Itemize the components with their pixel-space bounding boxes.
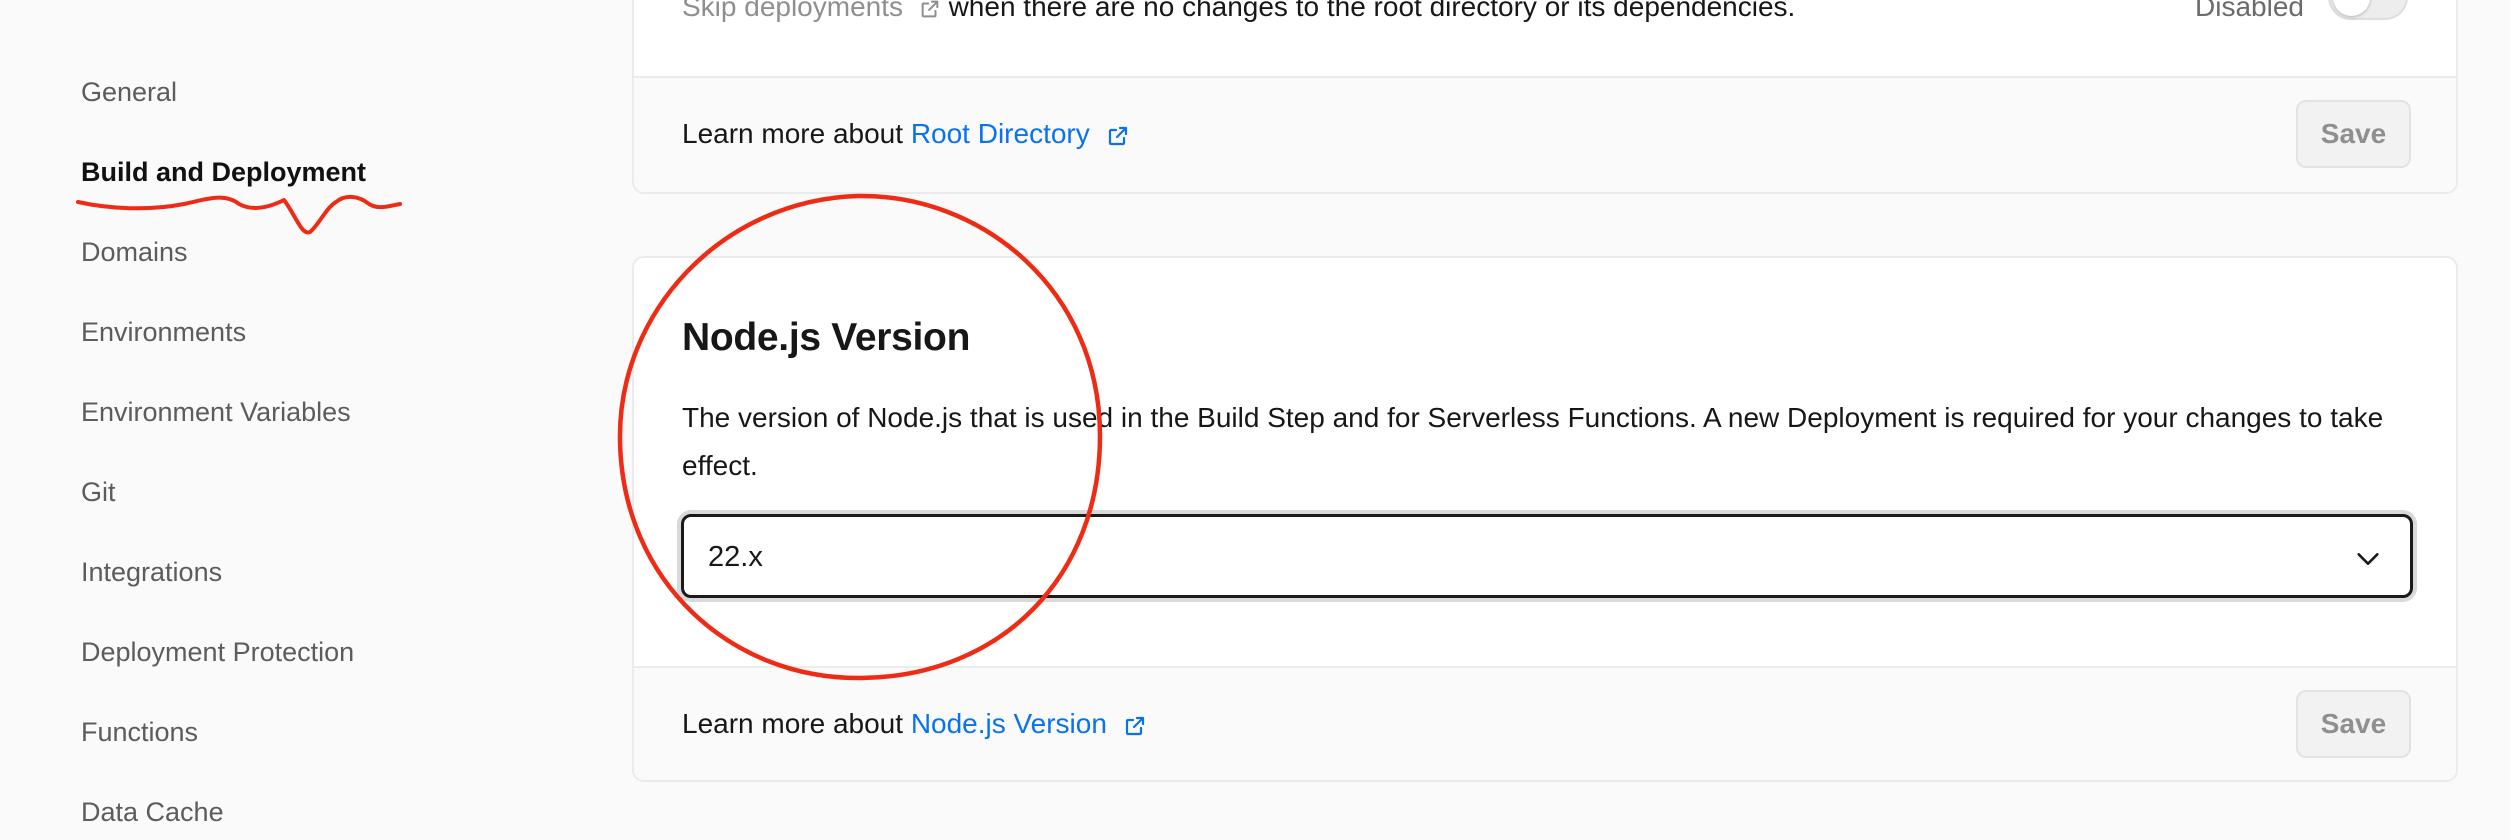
- external-link-icon[interactable]: [1106, 124, 1130, 148]
- nodejs-version-link[interactable]: Node.js Version: [911, 708, 1107, 739]
- sidebar-item-domains[interactable]: Domains: [81, 234, 188, 270]
- nodejs-version-footer: Learn more about Node.js Version Save: [634, 666, 2456, 780]
- nodejs-version-save-button[interactable]: Save: [2296, 690, 2411, 758]
- chevron-down-icon: [2357, 553, 2379, 565]
- skip-deployments-toggle[interactable]: [2328, 0, 2408, 20]
- sidebar-item-functions[interactable]: Functions: [81, 714, 198, 750]
- root-directory-link[interactable]: Root Directory: [911, 118, 1090, 149]
- root-directory-footer-text: Learn more about Root Directory: [682, 116, 1130, 152]
- sidebar-item-integrations[interactable]: Integrations: [81, 554, 222, 590]
- footer-prefix: Learn more about: [682, 118, 911, 149]
- root-directory-footer: Learn more about Root Directory Save: [634, 76, 2456, 192]
- toggle-knob: [2333, 0, 2370, 16]
- skip-deployments-text: Skip deployments when there are no chang…: [682, 0, 1796, 22]
- nodejs-version-select[interactable]: 22.x: [681, 514, 2413, 598]
- nodejs-version-title: Node.js Version: [682, 316, 971, 359]
- footer-prefix: Learn more about: [682, 708, 911, 739]
- skip-deployments-label: Skip deployments: [682, 0, 904, 22]
- nodejs-version-card: Node.js Version The version of Node.js t…: [632, 256, 2458, 782]
- sidebar-item-data-cache[interactable]: Data Cache: [81, 794, 224, 830]
- external-link-icon[interactable]: [1123, 714, 1147, 738]
- root-directory-card: Skip deployments when there are no chang…: [632, 0, 2458, 194]
- toggle-state-label: Disabled: [2195, 0, 2304, 22]
- sidebar-item-build-and-deployment[interactable]: Build and Deployment: [81, 154, 366, 190]
- settings-sidebar: General Build and Deployment Domains Env…: [0, 0, 600, 840]
- nodejs-version-description: The version of Node.js that is used in t…: [682, 402, 2384, 481]
- sidebar-item-general[interactable]: General: [81, 74, 177, 110]
- sidebar-item-git[interactable]: Git: [81, 474, 116, 510]
- selected-version: 22.x: [708, 541, 763, 573]
- sidebar-item-deployment-protection[interactable]: Deployment Protection: [81, 634, 354, 670]
- sidebar-item-environments[interactable]: Environments: [81, 314, 246, 350]
- skip-deployments-suffix: when there are no changes to the root di…: [948, 0, 1796, 22]
- sidebar-item-environment-variables[interactable]: Environment Variables: [81, 394, 351, 430]
- external-link-icon[interactable]: [919, 0, 941, 20]
- nodejs-version-footer-text: Learn more about Node.js Version: [682, 706, 1147, 742]
- root-directory-save-button[interactable]: Save: [2296, 100, 2411, 168]
